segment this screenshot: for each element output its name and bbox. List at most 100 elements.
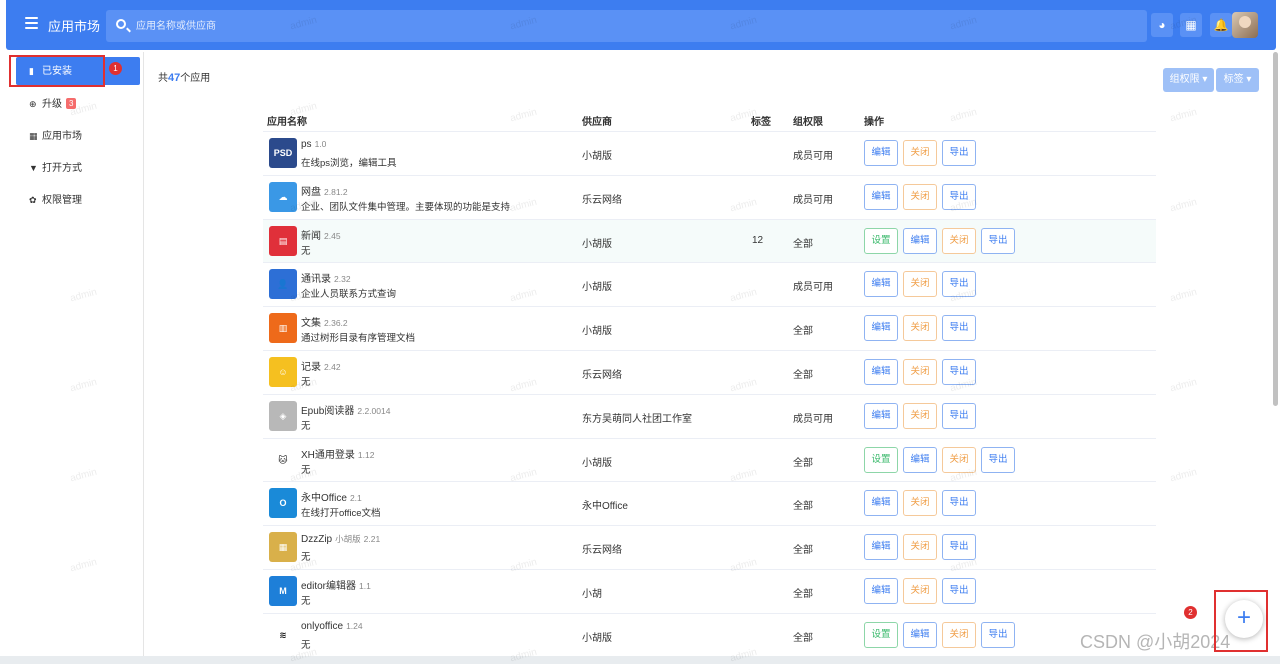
upgrade-icon: ⊕: [29, 99, 37, 109]
app-name: 文集 2.36.2: [301, 314, 348, 329]
close-button[interactable]: 关闭: [942, 621, 976, 648]
filter-icon: ▼: [29, 163, 38, 173]
search-input[interactable]: [136, 18, 936, 34]
sidebar-item-label: 应用市场: [42, 131, 82, 142]
app-desc: 企业人员联系方式查询: [301, 289, 397, 301]
col-perm: 组权限: [793, 117, 823, 128]
bell-icon[interactable]: 🔔: [1210, 13, 1232, 37]
edit-button[interactable]: 编辑: [903, 446, 937, 473]
count-suffix: 个应用: [180, 73, 211, 84]
edit-button[interactable]: 编辑: [864, 577, 898, 604]
close-button[interactable]: 关闭: [903, 534, 937, 561]
search-icon: [116, 19, 126, 29]
app-version: 2.45: [324, 230, 341, 241]
apps-grid-icon[interactable]: ▦: [1180, 13, 1202, 37]
export-button[interactable]: 导出: [942, 490, 976, 517]
edit-button[interactable]: 编辑: [864, 140, 898, 166]
close-button[interactable]: 关闭: [903, 358, 937, 385]
close-button[interactable]: 关闭: [903, 271, 937, 298]
app-name-text: 永中Office: [301, 493, 347, 505]
settings-button[interactable]: 设置: [864, 446, 898, 473]
app-name: editor编辑器 1.1: [301, 577, 371, 592]
close-button[interactable]: 关闭: [942, 446, 976, 473]
edit-button[interactable]: 编辑: [864, 271, 898, 298]
app-icon: 👤: [269, 269, 297, 300]
edit-button[interactable]: 编辑: [864, 534, 898, 561]
avatar[interactable]: [1232, 12, 1258, 38]
table-row[interactable]: ▤ 新闻 2.45 无 小胡版 12 全部 设置 编辑 关闭 导出: [263, 219, 1156, 264]
edit-button[interactable]: 编辑: [864, 490, 898, 517]
edit-button[interactable]: 编辑: [864, 183, 898, 210]
app-icon: ☺: [269, 356, 297, 387]
edit-button[interactable]: 编辑: [864, 402, 898, 429]
export-button[interactable]: 导出: [942, 358, 976, 385]
sidebar-item-permissions[interactable]: ✿ 权限管理: [16, 186, 140, 214]
app-vendor-inline: 小胡版: [335, 534, 361, 545]
export-button[interactable]: 导出: [981, 621, 1015, 648]
app-name-text: onlyoffice: [301, 620, 344, 632]
export-button[interactable]: 导出: [942, 140, 976, 166]
app-name: onlyoffice 1.24: [301, 621, 363, 632]
table-row[interactable]: ▦ DzzZip 小胡版 2.21 无 乐云网络 全部 编辑 关闭 导出: [263, 526, 1156, 570]
export-button[interactable]: 导出: [942, 402, 976, 429]
settings-button[interactable]: 设置: [864, 227, 898, 254]
close-button[interactable]: 关闭: [903, 402, 937, 429]
table-row[interactable]: PSD ps 1.0 在线ps浏览，编辑工具 小胡版 成员可用 编辑 关闭 导出: [263, 132, 1156, 176]
menu-icon[interactable]: [25, 17, 38, 31]
close-button[interactable]: 关闭: [903, 577, 937, 604]
table-row[interactable]: ≋ onlyoffice 1.24 无 小胡版 全部 设置 编辑 关闭 导出: [263, 614, 1156, 658]
table-row[interactable]: 👤 通讯录 2.32 企业人员联系方式查询 小胡版 成员可用 编辑 关闭 导出: [263, 263, 1156, 308]
palette-icon[interactable]: ◕: [1151, 13, 1173, 37]
close-button[interactable]: 关闭: [942, 227, 976, 254]
app-perm: 成员可用: [793, 282, 833, 294]
edit-button[interactable]: 编辑: [864, 315, 898, 342]
table-row[interactable]: ☁ 网盘 2.81.2 企业、团队文件集中管理。主要体现的功能是支持... 乐云网络 成员…: [263, 176, 1156, 220]
export-button[interactable]: 导出: [942, 271, 976, 298]
app-vendor: 乐云网络: [582, 369, 622, 381]
app-count: 共47个应用: [158, 69, 210, 84]
app-desc: 在线打开office文档: [301, 508, 381, 520]
export-button[interactable]: 导出: [942, 534, 976, 561]
app-version: 1.12: [357, 449, 375, 460]
table-row[interactable]: ◈ Epub阅读器 2.2.0014 无 东方吴萌同人社团工作室 成员可用 编辑 关闭 导出: [263, 395, 1156, 439]
close-button[interactable]: 关闭: [903, 315, 937, 342]
group-perm-filter-button[interactable]: 组权限 ▾: [1163, 68, 1214, 92]
scrollbar[interactable]: [1273, 52, 1278, 406]
close-button[interactable]: 关闭: [903, 490, 937, 517]
add-app-button[interactable]: +: [1225, 600, 1263, 638]
sidebar-item-open-with[interactable]: ▼ 打开方式: [16, 154, 140, 182]
settings-button[interactable]: 设置: [864, 621, 898, 648]
search-box[interactable]: [106, 10, 1147, 42]
table-row[interactable]: 🐱 XH通用登录 1.12 无 小胡版 全部 设置 编辑 关闭 导出: [263, 439, 1156, 483]
table-row[interactable]: O 永中Office 2.1 在线打开office文档 永中Office 全部 编辑 关闭 导出: [263, 482, 1156, 527]
sidebar-item-label: 打开方式: [42, 163, 82, 174]
app-name-text: 记录: [301, 361, 321, 373]
app-name: ps 1.0: [301, 139, 326, 150]
export-button[interactable]: 导出: [942, 183, 976, 210]
app-desc: 无: [301, 376, 311, 388]
app-name-text: 通讯录: [301, 274, 331, 286]
tags-filter-button[interactable]: 标签 ▾: [1216, 68, 1259, 92]
close-button[interactable]: 关闭: [903, 140, 937, 166]
app-version: 1.24: [346, 620, 363, 631]
table-row[interactable]: ☺ 记录 2.42 无 乐云网络 全部 编辑 关闭 导出: [263, 351, 1156, 395]
app-version: 2.36.2: [324, 318, 348, 329]
edit-button[interactable]: 编辑: [903, 227, 937, 254]
app-vendor: 乐云网络: [582, 545, 622, 557]
edit-button[interactable]: 编辑: [903, 621, 937, 648]
os-taskbar: [0, 656, 1280, 664]
table-row[interactable]: Meditor编辑器 1.1 无 小胡 全部 编辑 关闭 导出: [263, 570, 1156, 614]
app-desc: 在线ps浏览，编辑工具: [301, 158, 397, 169]
export-button[interactable]: 导出: [981, 446, 1015, 473]
app-desc: 无: [301, 245, 311, 257]
col-action: 操作: [864, 117, 884, 128]
sidebar-item-upgrade[interactable]: ⊕ 升级 3: [16, 90, 140, 118]
export-button[interactable]: 导出: [942, 577, 976, 604]
edit-button[interactable]: 编辑: [864, 358, 898, 385]
export-button[interactable]: 导出: [981, 227, 1015, 254]
close-button[interactable]: 关闭: [903, 183, 937, 210]
app-icon: O: [269, 488, 297, 519]
table-row[interactable]: ▥ 文集 2.36.2 通过树形目录有序管理文档 小胡版 全部 编辑 关闭 导出: [263, 307, 1156, 351]
export-button[interactable]: 导出: [942, 315, 976, 342]
sidebar-item-market[interactable]: ▦ 应用市场: [16, 122, 140, 150]
